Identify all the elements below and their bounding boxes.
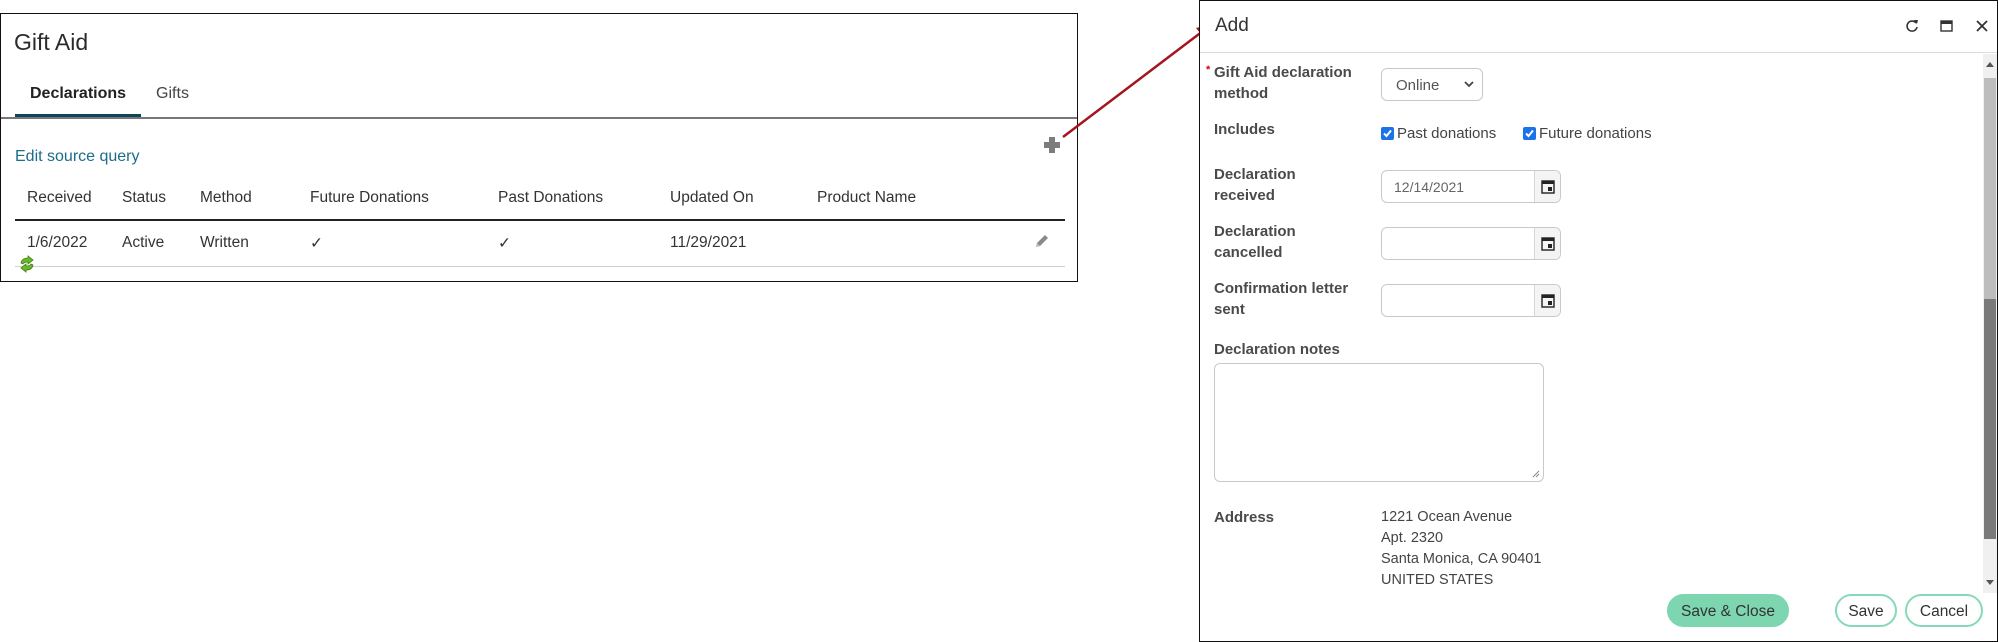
cell-updated-on: 11/29/2021 xyxy=(658,220,805,267)
address-line: UNITED STATES xyxy=(1381,572,1494,588)
checkbox-checked-icon xyxy=(1523,127,1536,140)
dialog-title: Add xyxy=(1215,15,1249,36)
includes-label: Includes xyxy=(1214,121,1275,138)
future-donations-checkbox[interactable]: Future donations xyxy=(1523,125,1652,142)
tab-gifts[interactable]: Gifts xyxy=(141,76,204,118)
cell-status: Active xyxy=(110,220,188,267)
past-donations-checkbox[interactable]: Past donations xyxy=(1381,125,1496,142)
dialog-body: * Gift Aid declaration method Online Inc… xyxy=(1200,54,1975,591)
close-icon[interactable] xyxy=(1974,18,1990,34)
address-value: 1221 Ocean Avenue Apt. 2320 Santa Monica… xyxy=(1381,507,1541,591)
tab-divider xyxy=(1,117,1077,119)
refresh-icon[interactable] xyxy=(1904,18,1920,34)
save-and-close-button[interactable]: Save & Close xyxy=(1667,594,1789,627)
scroll-up-icon[interactable] xyxy=(1986,62,1994,67)
tab-bar: Declarations Gifts xyxy=(15,76,204,118)
column-header-product-name[interactable]: Product Name xyxy=(805,176,1005,221)
tab-declarations[interactable]: Declarations xyxy=(15,76,142,118)
confirmation-letter-field[interactable] xyxy=(1381,284,1561,317)
maximize-icon[interactable] xyxy=(1939,18,1955,34)
column-header-past-donations[interactable]: Past Donations xyxy=(486,176,658,221)
address-label: Address xyxy=(1214,509,1275,526)
column-header-future-donations[interactable]: Future Donations xyxy=(298,176,486,221)
column-header-method[interactable]: Method xyxy=(188,176,298,221)
pencil-icon[interactable] xyxy=(1033,232,1051,250)
column-header-received[interactable]: Received xyxy=(15,176,110,221)
scrollbar-thumb-active xyxy=(1984,299,1996,539)
add-dialog: Add * Gift Aid declaration method Online… xyxy=(1199,0,1998,642)
save-button[interactable]: Save xyxy=(1835,594,1897,627)
cell-past-donations: ✓ xyxy=(486,220,658,267)
table-header-row: Received Status Method Future Donations … xyxy=(15,176,1065,221)
cell-actions xyxy=(1005,220,1065,267)
panel-title: Gift Aid xyxy=(14,29,89,55)
calendar-icon[interactable] xyxy=(1534,171,1560,202)
declaration-notes-textarea[interactable] xyxy=(1214,363,1544,482)
refresh-icon[interactable] xyxy=(18,255,36,273)
column-header-status[interactable]: Status xyxy=(110,176,188,221)
plus-icon[interactable] xyxy=(1044,137,1060,153)
cell-future-donations: ✓ xyxy=(298,220,486,267)
column-header-updated-on[interactable]: Updated On xyxy=(658,176,805,221)
declaration-cancelled-label: Declaration cancelled xyxy=(1214,223,1296,261)
resize-grip-icon[interactable] xyxy=(1532,470,1540,478)
required-marker: * xyxy=(1206,64,1211,76)
calendar-icon[interactable] xyxy=(1534,285,1560,316)
declaration-received-field[interactable]: 12/14/2021 xyxy=(1381,170,1561,203)
address-line: 1221 Ocean Avenue xyxy=(1381,509,1513,525)
scroll-down-icon[interactable] xyxy=(1986,580,1994,585)
calendar-icon[interactable] xyxy=(1534,228,1560,259)
table-row[interactable]: 1/6/2022 Active Written ✓ ✓ 11/29/2021 xyxy=(15,220,1065,267)
cell-product-name xyxy=(805,220,1005,267)
declaration-notes-label: Declaration notes xyxy=(1214,341,1340,358)
method-label: * Gift Aid declaration method xyxy=(1206,62,1374,104)
dialog-header: Add xyxy=(1200,1,1997,53)
column-header-actions xyxy=(1005,176,1065,221)
edit-source-query-link[interactable]: Edit source query xyxy=(15,148,140,166)
confirmation-letter-label: Confirmation letter sent xyxy=(1214,280,1349,318)
cell-method: Written xyxy=(188,220,298,267)
address-line: Santa Monica, CA 90401 xyxy=(1381,551,1542,567)
cancel-button[interactable]: Cancel xyxy=(1905,594,1983,627)
declarations-table: Received Status Method Future Donations … xyxy=(15,176,1065,267)
method-select[interactable]: Online xyxy=(1381,68,1483,101)
address-line: Apt. 2320 xyxy=(1381,530,1444,546)
declaration-received-label: Declaration received xyxy=(1214,166,1296,204)
dialog-scrollbar[interactable] xyxy=(1983,54,1997,593)
gift-aid-panel: Gift Aid Declarations Gifts Edit source … xyxy=(0,13,1078,282)
chevron-down-icon xyxy=(1464,81,1474,88)
declaration-cancelled-field[interactable] xyxy=(1381,227,1561,260)
checkbox-checked-icon xyxy=(1381,127,1394,140)
